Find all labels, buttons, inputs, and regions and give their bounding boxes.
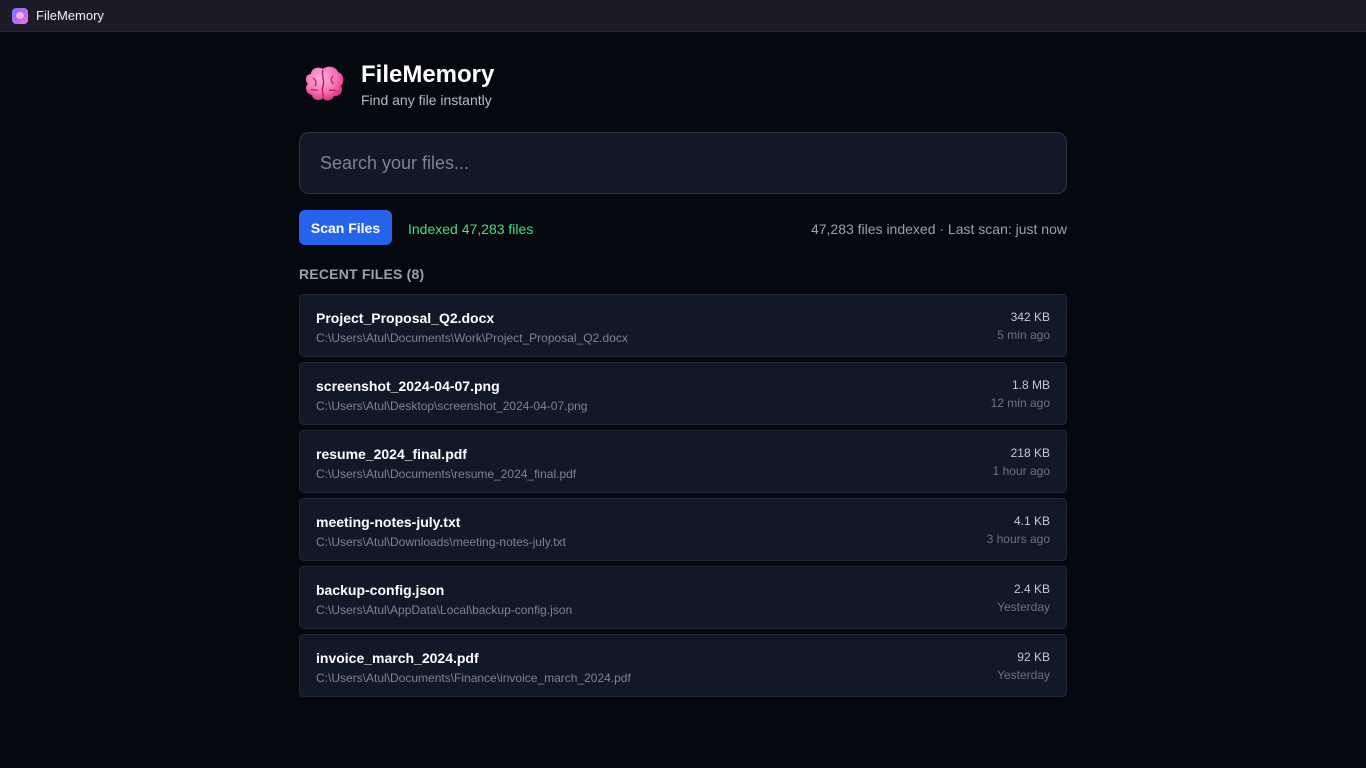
window-title: FileMemory [36,8,104,23]
file-size: 218 KB [1010,446,1050,460]
recent-files-heading: RECENT FILES (8) [299,266,425,282]
file-name: meeting-notes-july.txt [316,514,461,530]
file-path: C:\Users\Atul\Documents\Finance\invoice_… [316,671,631,685]
recent-files-list: Project_Proposal_Q2.docx C:\Users\Atul\D… [299,294,1067,702]
file-list-item[interactable]: meeting-notes-july.txt C:\Users\Atul\Dow… [299,498,1067,561]
file-list-item[interactable]: screenshot_2024-04-07.png C:\Users\Atul\… [299,362,1067,425]
file-name: invoice_march_2024.pdf [316,650,479,666]
index-status-text: Indexed 47,283 files [408,221,534,237]
file-size: 342 KB [1010,310,1050,324]
file-size: 4.1 KB [1013,514,1050,528]
file-path: C:\Users\Atul\Documents\Work\Project_Pro… [316,331,628,345]
index-info-text: 47,283 files indexed · Last scan: just n… [810,221,1067,237]
search-box [299,132,1067,194]
file-path: C:\Users\Atul\Documents\resume_2024_fina… [316,467,577,481]
file-time: 12 min ago [990,396,1050,410]
search-input[interactable] [300,133,1066,193]
file-name: screenshot_2024-04-07.png [316,378,500,394]
file-name: Project_Proposal_Q2.docx [316,310,495,326]
file-time: 1 hour ago [992,464,1050,478]
file-list-item[interactable]: resume_2024_final.pdf C:\Users\Atul\Docu… [299,430,1067,493]
file-path: C:\Users\Atul\Downloads\meeting-notes-ju… [316,535,566,549]
file-size: 2.4 KB [1013,582,1050,596]
file-size: 1.8 MB [1011,378,1050,392]
file-list-item[interactable]: Project_Proposal_Q2.docx C:\Users\Atul\D… [299,294,1067,357]
app-logo-icon [12,7,28,24]
window-titlebar: FileMemory [0,0,1366,32]
file-list-item[interactable]: invoice_march_2024.pdf C:\Users\Atul\Doc… [299,634,1067,697]
page-title: FileMemory [361,61,495,88]
header-text: FileMemory Find any file instantly [361,60,494,108]
file-path: C:\Users\Atul\AppData\Local\backup-confi… [316,603,573,617]
scan-files-button[interactable]: Scan Files [299,210,392,245]
file-size: 92 KB [1017,650,1050,664]
file-list-item[interactable]: backup-config.json C:\Users\Atul\AppData… [299,566,1067,629]
file-time: Yesterday [997,668,1050,682]
file-time: Yesterday [997,600,1050,614]
action-bar: Scan Files Indexed 47,283 files 47,283 f… [299,210,1067,246]
file-time: 3 hours ago [986,532,1050,546]
file-time: 5 min ago [997,328,1050,342]
file-name: backup-config.json [316,582,445,598]
file-path: C:\Users\Atul\Desktop\screenshot_2024-04… [316,399,588,413]
app-header: FileMemory Find any file instantly [299,60,494,114]
file-name: resume_2024_final.pdf [316,446,467,462]
page-subtitle: Find any file instantly [361,92,492,108]
brain-icon [303,64,353,114]
